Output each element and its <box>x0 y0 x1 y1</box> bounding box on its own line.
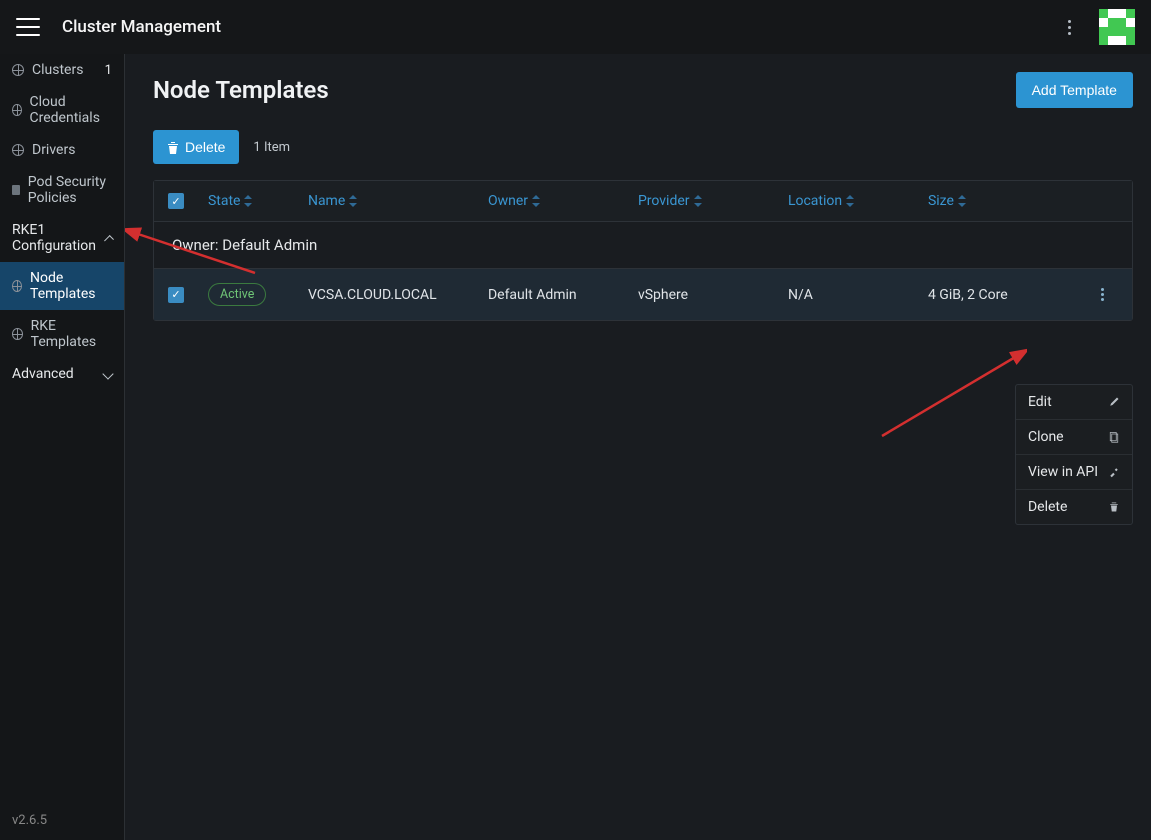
trash-icon <box>1108 501 1120 513</box>
status-badge: Active <box>208 283 266 306</box>
hamburger-menu-icon[interactable] <box>16 18 40 36</box>
item-count: 1 Item <box>253 140 290 155</box>
sidebar-item-clusters[interactable]: Clusters 1 <box>0 54 124 86</box>
context-menu: Edit Clone View in API Delete <box>1015 384 1133 525</box>
chevron-down-icon <box>102 368 113 379</box>
app-title: Cluster Management <box>62 17 221 37</box>
cell-owner: Default Admin <box>488 287 628 303</box>
menu-item-delete[interactable]: Delete <box>1016 490 1132 524</box>
sort-icon <box>244 195 252 207</box>
row-menu-icon[interactable] <box>1088 284 1118 305</box>
add-template-button[interactable]: Add Template <box>1016 72 1133 108</box>
main-content: Node Templates Add Template Delete 1 Ite… <box>125 54 1151 840</box>
clipboard-icon <box>1108 431 1120 443</box>
cell-size: 4 GiB, 2 Core <box>928 287 1078 303</box>
trash-icon <box>167 141 179 154</box>
sidebar-label: Clusters <box>32 62 83 78</box>
menu-item-clone[interactable]: Clone <box>1016 420 1132 455</box>
sidebar-label: Cloud Credentials <box>30 94 112 126</box>
owner-group-row: Owner: Default Admin <box>154 222 1132 269</box>
globe-icon <box>12 280 22 292</box>
menu-item-view-api[interactable]: View in API <box>1016 455 1132 490</box>
sidebar-section-rke1[interactable]: RKE1 Configuration <box>0 214 124 262</box>
select-all-checkbox[interactable]: ✓ <box>168 193 184 209</box>
cell-provider: vSphere <box>638 287 778 303</box>
cell-location: N/A <box>788 287 918 303</box>
th-size[interactable]: Size <box>928 193 1078 209</box>
th-state[interactable]: State <box>208 193 298 209</box>
tools-icon <box>1108 466 1120 478</box>
sidebar-label: RKE Templates <box>31 318 112 350</box>
topbar: Cluster Management <box>0 0 1151 54</box>
sidebar-item-node-templates[interactable]: Node Templates <box>0 262 124 310</box>
sidebar-count: 1 <box>105 63 112 78</box>
sort-icon <box>846 195 854 207</box>
globe-icon <box>12 328 23 340</box>
sort-icon <box>532 195 540 207</box>
sort-icon <box>349 195 357 207</box>
avatar[interactable] <box>1099 9 1135 45</box>
sidebar-section-advanced[interactable]: Advanced <box>0 358 124 390</box>
th-owner[interactable]: Owner <box>488 193 628 209</box>
top-menu-icon[interactable] <box>1060 12 1079 43</box>
sidebar: Clusters 1 Cloud Credentials Drivers Pod… <box>0 54 125 840</box>
menu-item-edit[interactable]: Edit <box>1016 385 1132 420</box>
delete-button[interactable]: Delete <box>153 130 239 164</box>
table-header: ✓ State Name Owner Provider Location Siz… <box>154 181 1132 222</box>
sidebar-section-label: Advanced <box>12 366 74 382</box>
th-provider[interactable]: Provider <box>638 193 778 209</box>
sidebar-section-label: RKE1 Configuration <box>12 222 98 254</box>
cell-name: VCSA.CLOUD.LOCAL <box>308 287 478 303</box>
row-checkbox[interactable]: ✓ <box>168 287 184 303</box>
sidebar-item-drivers[interactable]: Drivers <box>0 134 124 166</box>
globe-icon <box>12 104 22 116</box>
th-location[interactable]: Location <box>788 193 918 209</box>
sidebar-label: Drivers <box>32 142 75 158</box>
sidebar-item-pod-security[interactable]: Pod Security Policies <box>0 166 124 214</box>
globe-icon <box>12 64 24 76</box>
folder-icon <box>12 185 20 195</box>
sort-icon <box>694 195 702 207</box>
version-label: v2.6.5 <box>0 801 124 840</box>
sort-icon <box>958 195 966 207</box>
templates-table: ✓ State Name Owner Provider Location Siz… <box>153 180 1133 321</box>
table-row[interactable]: ✓ Active VCSA.CLOUD.LOCAL Default Admin … <box>154 269 1132 320</box>
sidebar-item-rke-templates[interactable]: RKE Templates <box>0 310 124 358</box>
globe-icon <box>12 144 24 156</box>
sidebar-label: Pod Security Policies <box>28 174 112 206</box>
delete-label: Delete <box>185 139 225 155</box>
chevron-up-icon <box>104 235 114 245</box>
sidebar-label: Node Templates <box>30 270 112 302</box>
th-name[interactable]: Name <box>308 193 478 209</box>
pencil-icon <box>1108 396 1120 408</box>
page-title: Node Templates <box>153 76 329 104</box>
sidebar-item-cloud-credentials[interactable]: Cloud Credentials <box>0 86 124 134</box>
